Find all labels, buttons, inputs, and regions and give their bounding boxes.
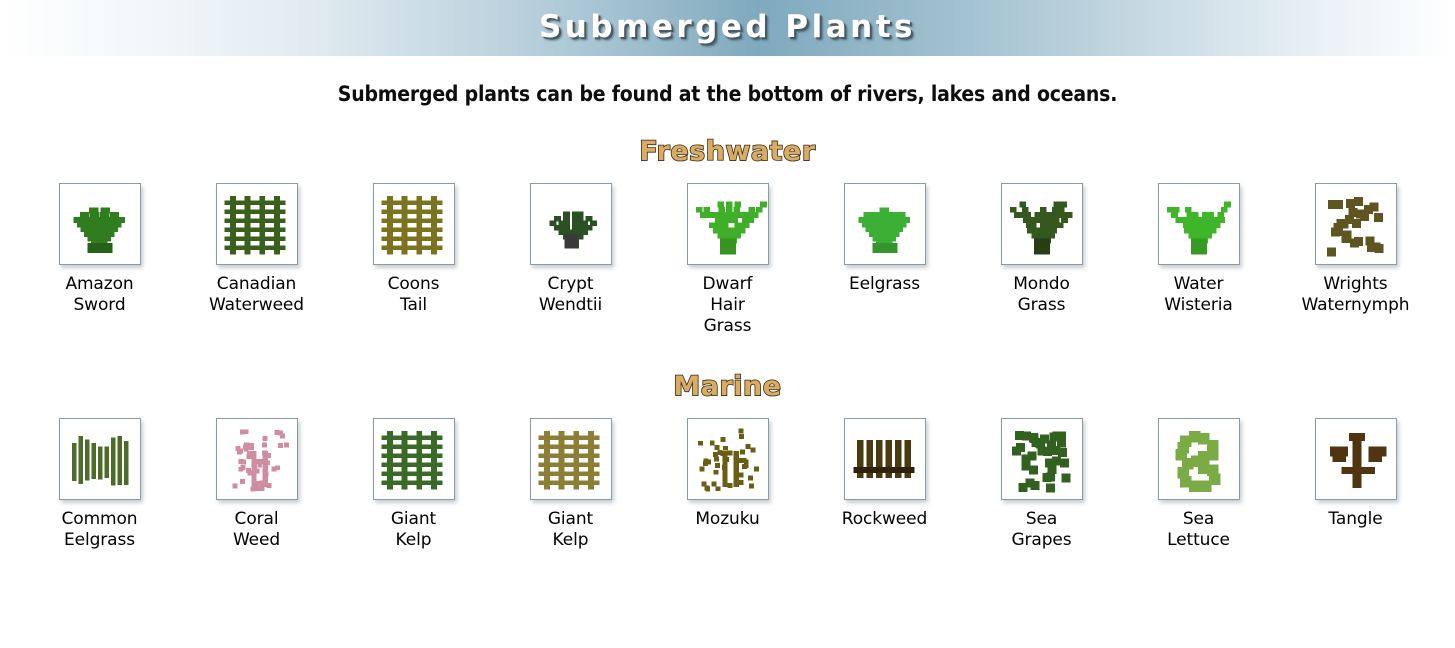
coons-tail-icon[interactable] [372,183,455,265]
plant-card[interactable]: Canadian Waterweed [178,183,335,316]
mondo-grass-icon[interactable] [1000,183,1083,265]
plant-card[interactable]: Tangle [1277,418,1434,530]
plant-card[interactable]: Dwarf Hair Grass [649,183,806,337]
section-heading-marine: Marine [673,370,782,403]
wrights-waternymph-icon[interactable] [1314,183,1397,265]
plant-card[interactable]: Coral Weed [178,418,335,551]
plant-label: Common Eelgrass [61,509,138,550]
page-subtitle: Submerged plants can be found at the bot… [337,82,1118,106]
plant-card[interactable]: Amazon Sword [21,183,178,316]
water-wisteria-icon[interactable] [1157,183,1240,265]
amazon-sword-icon[interactable] [58,183,141,265]
plant-card[interactable]: Eelgrass [806,183,963,295]
plant-row-marine: Common Eelgrass Coral Weed Giant Kelp Giant… [0,418,1455,551]
plant-label: Giant Kelp [547,509,594,550]
page-title: Submerged Plants [538,8,916,45]
giant-kelp-green-icon[interactable] [372,418,455,500]
common-eelgrass-icon[interactable] [58,418,141,500]
plant-label: Rockweed [841,509,928,529]
plant-label: Canadian Waterweed [209,274,304,315]
crypt-wendtii-icon[interactable] [529,183,612,265]
sea-lettuce-icon[interactable] [1157,418,1240,500]
plant-card[interactable]: Water Wisteria [1120,183,1277,316]
plant-row-freshwater: Amazon Sword Canadian Waterweed Coons Tail… [0,183,1455,337]
plant-card[interactable]: Giant Kelp [492,418,649,551]
plant-label: Amazon Sword [65,274,134,315]
plant-label: Eelgrass [848,274,921,294]
canadian-waterweed-icon[interactable] [215,183,298,265]
plant-label: Water Wisteria [1164,274,1233,315]
plant-label: Crypt Wendtii [538,274,603,315]
plant-label: Coral Weed [232,509,281,550]
sea-grapes-icon[interactable] [1000,418,1083,500]
eelgrass-icon[interactable] [843,183,926,265]
dwarf-hair-grass-icon[interactable] [686,183,769,265]
plant-card[interactable]: Rockweed [806,418,963,530]
plant-card[interactable]: Mondo Grass [963,183,1120,316]
section-heading-freshwater: Freshwater [639,135,816,168]
plant-card[interactable]: Mozuku [649,418,806,530]
page-header-banner: Submerged Plants [0,0,1455,56]
plant-card[interactable]: Sea Grapes [963,418,1120,551]
plant-label: Coons Tail [387,274,440,315]
giant-kelp-olive-icon[interactable] [529,418,612,500]
plant-card[interactable]: Common Eelgrass [21,418,178,551]
plant-label: Sea Grapes [1011,509,1072,550]
plant-label: Sea Lettuce [1167,509,1230,550]
plant-card[interactable]: Giant Kelp [335,418,492,551]
rockweed-icon[interactable] [843,418,926,500]
coral-weed-icon[interactable] [215,418,298,500]
mozuku-icon[interactable] [686,418,769,500]
plant-card[interactable]: Coons Tail [335,183,492,316]
plant-card[interactable]: Sea Lettuce [1120,418,1277,551]
plant-label: Mozuku [695,509,760,529]
plant-card[interactable]: Crypt Wendtii [492,183,649,316]
plant-label: Wrights Waternymph [1301,274,1410,315]
tangle-icon[interactable] [1314,418,1397,500]
plant-card[interactable]: Wrights Waternymph [1277,183,1434,316]
plant-label: Mondo Grass [1013,274,1070,315]
plant-label: Tangle [1328,509,1383,529]
plant-label: Dwarf Hair Grass [702,274,753,336]
plant-label: Giant Kelp [390,509,437,550]
